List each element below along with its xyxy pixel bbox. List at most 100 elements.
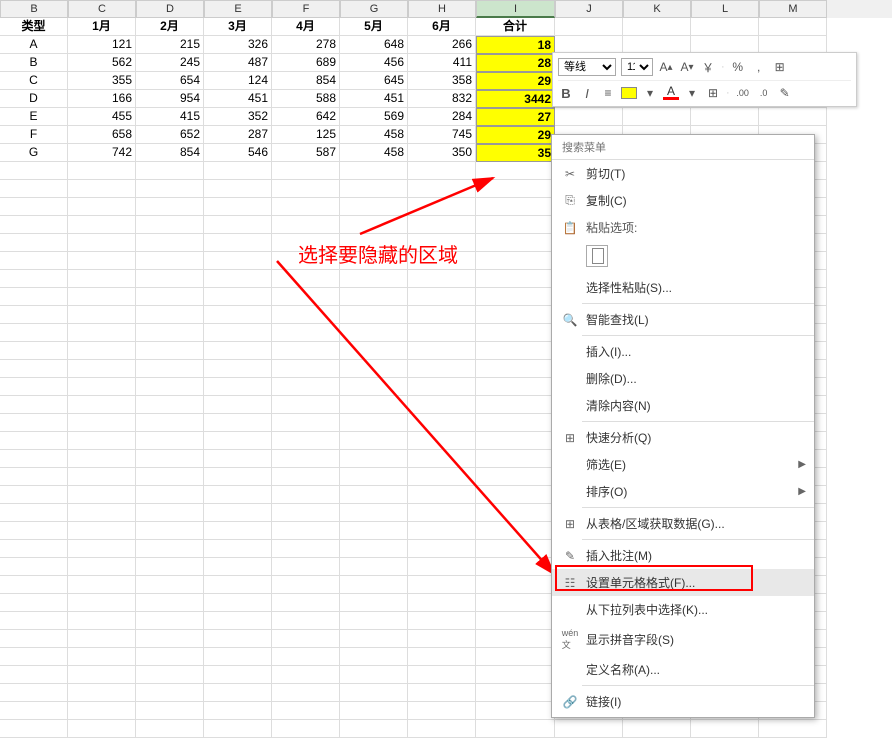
cell[interactable]: 350 (408, 144, 476, 162)
cell[interactable] (408, 612, 476, 630)
cell[interactable] (408, 180, 476, 198)
cell[interactable] (0, 252, 68, 270)
cell[interactable]: 645 (340, 72, 408, 90)
cell[interactable] (68, 540, 136, 558)
cell[interactable] (136, 288, 204, 306)
cell[interactable] (340, 540, 408, 558)
menu-define-name[interactable]: 定义名称(A)... (552, 656, 814, 683)
cell-total[interactable]: 28 (476, 54, 555, 72)
menu-quick-analysis[interactable]: ⊞ 快速分析(Q) (552, 424, 814, 451)
cell[interactable] (68, 594, 136, 612)
cell[interactable]: 954 (136, 90, 204, 108)
cell[interactable] (340, 666, 408, 684)
cell[interactable] (0, 702, 68, 720)
menu-smart-lookup[interactable]: 🔍 智能查找(L) (552, 306, 814, 333)
menu-cut[interactable]: ✂ 剪切(T) (552, 160, 814, 187)
format-icon[interactable]: ⊞ (772, 59, 788, 75)
cell[interactable] (272, 450, 340, 468)
decrease-decimal-icon[interactable]: .0 (756, 85, 772, 101)
cell[interactable] (272, 576, 340, 594)
cell-total[interactable]: 29 (476, 72, 555, 90)
cell[interactable] (0, 342, 68, 360)
cell[interactable] (272, 612, 340, 630)
header-jun[interactable]: 6月 (408, 18, 476, 36)
cell[interactable] (204, 702, 272, 720)
cell[interactable] (340, 450, 408, 468)
cell[interactable] (476, 612, 555, 630)
cell[interactable] (408, 432, 476, 450)
cell[interactable] (68, 468, 136, 486)
cell[interactable] (0, 576, 68, 594)
cell[interactable] (136, 270, 204, 288)
menu-copy[interactable]: ⎘ 复制(C) (552, 187, 814, 214)
cell[interactable] (68, 198, 136, 216)
cell[interactable] (340, 522, 408, 540)
cell[interactable] (0, 450, 68, 468)
cell[interactable] (204, 378, 272, 396)
cell[interactable] (204, 162, 272, 180)
cell[interactable]: 458 (340, 126, 408, 144)
cell[interactable] (136, 540, 204, 558)
cell[interactable] (0, 270, 68, 288)
cell[interactable] (0, 558, 68, 576)
font-size-select[interactable]: 11 (621, 58, 653, 76)
cell[interactable] (476, 720, 555, 738)
align-icon[interactable]: ≡ (600, 85, 616, 101)
cell[interactable] (68, 630, 136, 648)
cell[interactable]: 352 (204, 108, 272, 126)
cell[interactable] (204, 216, 272, 234)
cell[interactable] (68, 162, 136, 180)
cell[interactable] (0, 504, 68, 522)
cell[interactable] (272, 306, 340, 324)
cell[interactable] (476, 540, 555, 558)
cell[interactable] (408, 414, 476, 432)
cell[interactable] (476, 504, 555, 522)
cell[interactable] (408, 630, 476, 648)
cell[interactable] (272, 288, 340, 306)
cell[interactable] (68, 216, 136, 234)
cell[interactable] (272, 378, 340, 396)
cell[interactable] (272, 360, 340, 378)
dropdown-icon[interactable]: ▾ (642, 85, 658, 101)
cell[interactable]: 284 (408, 108, 476, 126)
cell[interactable] (476, 378, 555, 396)
header-type[interactable]: 类型 (0, 18, 68, 36)
cell[interactable] (68, 342, 136, 360)
bold-icon[interactable]: B (558, 85, 574, 101)
menu-pick-list[interactable]: 从下拉列表中选择(K)... (552, 596, 814, 623)
cell[interactable]: 456 (340, 54, 408, 72)
cell[interactable] (476, 288, 555, 306)
cell[interactable]: 278 (272, 36, 340, 54)
fill-color-icon[interactable] (621, 87, 637, 99)
cell[interactable] (272, 594, 340, 612)
cell[interactable]: 588 (272, 90, 340, 108)
cell[interactable] (68, 666, 136, 684)
cell[interactable] (68, 414, 136, 432)
cell[interactable] (68, 396, 136, 414)
cell[interactable] (476, 666, 555, 684)
cell[interactable] (408, 396, 476, 414)
cell[interactable] (340, 270, 408, 288)
cell[interactable] (340, 162, 408, 180)
cell[interactable] (272, 684, 340, 702)
cell[interactable] (136, 342, 204, 360)
cell[interactable] (136, 234, 204, 252)
menu-clear-contents[interactable]: 清除内容(N) (552, 392, 814, 419)
cell[interactable] (0, 594, 68, 612)
cell[interactable] (408, 558, 476, 576)
cell[interactable] (408, 594, 476, 612)
cell[interactable] (136, 576, 204, 594)
cell[interactable] (408, 468, 476, 486)
cell[interactable] (272, 180, 340, 198)
cell[interactable]: 562 (68, 54, 136, 72)
cell[interactable] (476, 432, 555, 450)
cell[interactable] (476, 306, 555, 324)
cell[interactable] (340, 360, 408, 378)
col-header-D[interactable]: D (136, 0, 204, 18)
cell[interactable] (272, 648, 340, 666)
col-header-M[interactable]: M (759, 0, 827, 18)
cell[interactable] (408, 522, 476, 540)
cell[interactable] (272, 486, 340, 504)
cell[interactable] (476, 522, 555, 540)
cell[interactable]: 689 (272, 54, 340, 72)
